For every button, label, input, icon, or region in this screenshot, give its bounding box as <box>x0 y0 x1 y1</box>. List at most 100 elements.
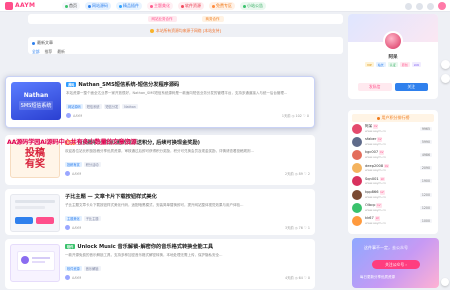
author-avatar[interactable] <box>65 225 70 230</box>
ranking-row[interactable]: deep2008 LV www.aaym.cn 2090 <box>352 162 434 175</box>
site-logo[interactable]: AAYM <box>5 1 36 10</box>
float-service-icon[interactable] <box>441 74 450 83</box>
ranking-row[interactable]: kk67 LV www.aaym.cn 1000 <box>352 214 434 227</box>
post-excerpt: 一款开源免费的音乐解锁工具，支持多种加密音乐格式解密转换，本地处理无需上传，保护… <box>65 253 223 257</box>
top-navigation-bar: AAYM 首页 网站源码 精品插件 主题美化 软件资源 免费专区 小站公告 <box>0 0 450 12</box>
ranking-points: 1200 <box>419 205 432 210</box>
post-card[interactable]: Nathan SMS短信系统 源码 Nathan_SMS短信系统-短信分发程序源… <box>5 76 315 128</box>
logo-mark-icon <box>5 1 13 10</box>
nav-item-label: 精品插件 <box>123 3 139 8</box>
post-thumbnail[interactable] <box>10 244 60 282</box>
thumbnail-subtitle: 有奖 <box>25 159 45 170</box>
user-avatar[interactable] <box>438 2 446 10</box>
post-tag[interactable]: 短信系统 <box>84 104 102 109</box>
post-tag[interactable]: 短信分发 <box>103 104 121 109</box>
post-tag[interactable]: 子比主题 <box>83 216 101 221</box>
ranking-row[interactable]: sfaber LV www.aaym.cn 5990 <box>352 135 434 148</box>
back-to-top-icon[interactable] <box>441 278 449 286</box>
post-tag[interactable]: 投稿有奖 <box>65 162 82 167</box>
notice-bar: 网站业务合作 商务合作 <box>28 14 343 24</box>
post-card[interactable]: 子比主题 — 文章卡片下载按钮样式美化 子比主题文章卡片下载按钮样式美化代码，适… <box>5 189 315 235</box>
post-tag[interactable]: Nathan <box>122 104 138 109</box>
send-message-button[interactable]: 发私信 <box>358 83 392 91</box>
nav-item[interactable]: 小站公告 <box>240 2 266 10</box>
ranking-user-avatar[interactable] <box>352 123 362 134</box>
ranking-user-site: www.aaym.cn <box>365 207 386 212</box>
ranking-user-site: www.aaym.cn <box>365 168 386 173</box>
follow-button[interactable]: 关注 <box>394 83 428 91</box>
category-badge[interactable]: 源码 <box>66 82 77 87</box>
post-title[interactable]: Nathan_SMS短信系统-短信分发程序源码 <box>78 81 179 88</box>
message-icon[interactable] <box>427 2 434 10</box>
ranking-user-site: www.aaym.cn <box>365 141 386 146</box>
author-name[interactable]: AAYM <box>72 172 81 176</box>
logo-text: AAYM <box>15 2 36 9</box>
post-tag[interactable]: 主题美化 <box>65 216 82 221</box>
author-avatar[interactable] <box>65 171 70 176</box>
nav-item-label: 主题美化 <box>154 3 170 8</box>
warning-notice: 本站所有资源均来源于网络 [本站支持] <box>28 26 343 35</box>
ranking-user-avatar[interactable] <box>352 176 362 187</box>
author-avatar[interactable] <box>66 113 71 118</box>
warning-text: 本站所有资源均来源于网络 [本站支持] <box>156 27 221 33</box>
nav-item-icon <box>88 4 91 8</box>
profile-name[interactable]: 阿呆 <box>348 54 438 60</box>
post-tag[interactable]: 音乐解锁 <box>83 266 101 271</box>
post-stats: 1天前 ◷ 102 ♡ 0 <box>281 114 309 118</box>
ranking-points: 4986 <box>419 152 432 157</box>
thumbnail-title: 投稿 <box>25 148 45 159</box>
post-tag[interactable]: 网站源码 <box>66 104 83 109</box>
tab-recommended[interactable]: 推荐 <box>45 49 53 55</box>
profile-badges: VIP 站长 认证 原创 LV6 <box>356 62 430 67</box>
author-name[interactable]: AAYM <box>72 276 81 280</box>
post-tag[interactable]: 积分活动 <box>83 162 101 167</box>
commercial-cooperation-button[interactable]: 商务合作 <box>201 16 224 22</box>
nav-item[interactable]: 精品插件 <box>116 2 142 10</box>
ranking-row[interactable]: 阿呆 LV www.aaym.cn 9965 <box>352 122 434 135</box>
post-excerpt: 本站资源一整个面全达业界一家开放很好，Nathan_SMS短信系统源码是一款面向… <box>66 91 288 95</box>
post-card[interactable]: 软件 Unlock Music 音乐解锁-解密你的音乐格式转换全能工具 一款开源… <box>5 239 315 289</box>
nav-item[interactable]: 主题美化 <box>147 2 173 10</box>
profile-avatar[interactable] <box>383 31 403 51</box>
ranking-user-avatar[interactable] <box>352 215 362 226</box>
post-thumbnail[interactable] <box>10 194 60 232</box>
nav-item[interactable]: 网站源码 <box>85 2 111 10</box>
theme-toggle-icon[interactable] <box>416 2 423 10</box>
ranking-user-name[interactable]: 阿呆 <box>365 124 372 129</box>
ranking-row[interactable]: Sqn001 LV www.aaym.cn 1900 <box>352 175 434 188</box>
nav-item[interactable]: 免费专区 <box>209 2 235 10</box>
ranking-user-avatar[interactable] <box>352 202 362 213</box>
ranking-user-site: www.aaym.cn <box>365 154 386 159</box>
ranking-user-name[interactable]: kpp866 <box>365 190 379 195</box>
post-title[interactable]: Unlock Music 音乐解锁-解密你的音乐格式转换全能工具 <box>77 243 213 250</box>
ranking-user-avatar[interactable] <box>352 136 362 147</box>
nav-item[interactable]: 首页 <box>62 2 80 10</box>
author-avatar[interactable] <box>65 275 70 280</box>
nav-item[interactable]: 软件资源 <box>178 2 204 10</box>
tab-newest[interactable]: 最新 <box>57 49 65 55</box>
level-badge: LV <box>379 190 385 195</box>
category-badge[interactable]: 软件 <box>65 244 76 249</box>
ranking-user-avatar[interactable] <box>352 163 362 174</box>
post-stats: 4天前 ◷ 64 ♡ 0 <box>284 276 310 280</box>
business-cooperation-button[interactable]: 网站业务合作 <box>147 16 177 22</box>
overlay-banner-text: AA源码学园Ai源码中心共有多少数量的文章资源 <box>7 139 137 146</box>
author-name[interactable]: AAYM <box>73 114 82 118</box>
ranking-row[interactable]: kpp866 LV www.aaym.cn 1200 <box>352 188 434 201</box>
post-title[interactable]: 子比主题 — 文章卡片下载按钮样式美化 <box>65 193 157 200</box>
ranking-user-avatar[interactable] <box>352 149 362 160</box>
ranking-row[interactable]: kgc007 LV www.aaym.cn 4986 <box>352 148 434 161</box>
nav-item-icon <box>150 4 153 8</box>
post-tag[interactable]: 软件资源 <box>65 266 82 271</box>
author-name[interactable]: AAYM <box>72 226 81 230</box>
post-thumbnail[interactable]: Nathan SMS短信系统 <box>11 82 61 120</box>
float-share-icon[interactable] <box>441 60 450 69</box>
post-excerpt: 欢迎各位站长积极投稿分享优质资源，审核通过后即可获得积分奖励，积分可兑换会员及现… <box>65 149 254 153</box>
ranking-row[interactable]: Olbcp LV www.aaym.cn 1200 <box>352 201 434 214</box>
points-ranking: 用户积分排行榜 阿呆 LV www.aaym.cn 9965 sfaber LV www.a… <box>348 110 438 234</box>
search-icon[interactable] <box>405 2 412 10</box>
ranking-user-avatar[interactable] <box>352 189 362 200</box>
tab-all[interactable]: 全部 <box>32 49 40 55</box>
promo-follow-button[interactable]: 关注公众号 › <box>372 260 420 269</box>
promo-banner[interactable]: 这件事不一定，去公众号 关注公众号 › 每日更新分享优质资源 <box>352 238 439 288</box>
